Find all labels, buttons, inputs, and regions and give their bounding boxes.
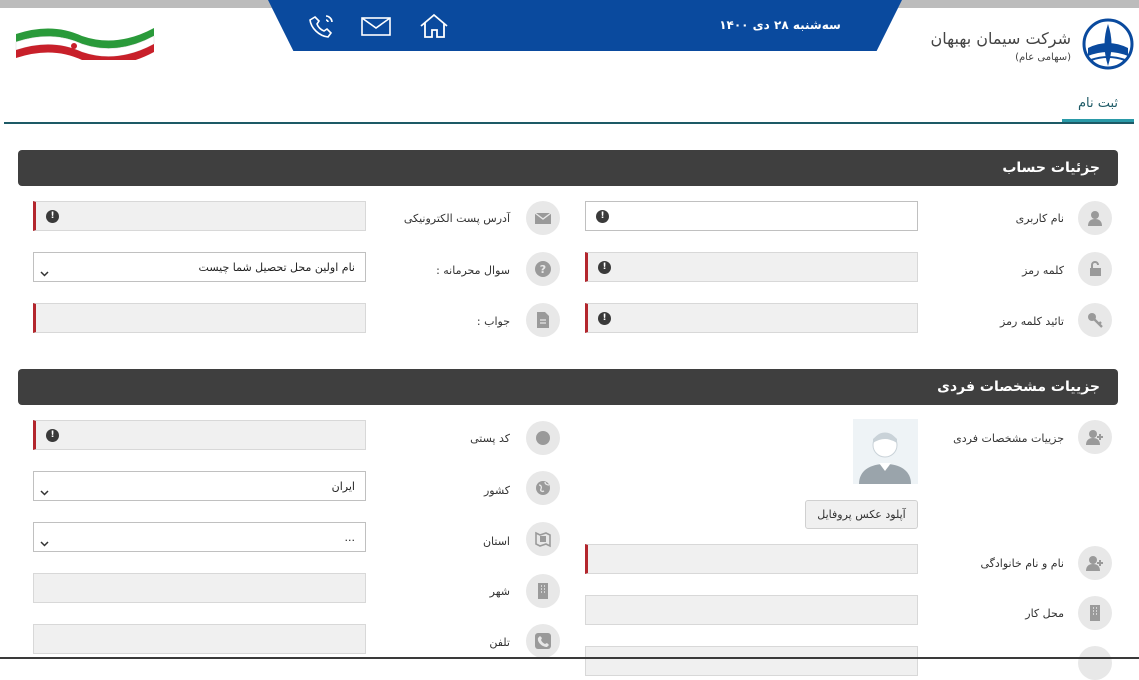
phone-square-icon	[526, 624, 560, 658]
company-logo	[1081, 16, 1135, 72]
envelope-icon	[526, 201, 560, 235]
key-icon	[1078, 303, 1112, 337]
field-icon	[1078, 646, 1112, 680]
city-building-icon	[526, 574, 560, 608]
password-label: کلمه رمز	[1022, 264, 1064, 277]
circle-icon	[526, 421, 560, 455]
alert-icon: !	[46, 429, 59, 442]
tab-register[interactable]: ثبت نام	[1062, 96, 1134, 122]
question-icon: ?	[526, 252, 560, 286]
province-label: استان	[482, 535, 510, 548]
province-value: ...	[344, 531, 356, 544]
username-label: نام کاربری	[1015, 212, 1064, 225]
alert-icon: !	[596, 210, 609, 223]
email-input[interactable]: !	[33, 201, 366, 231]
chevron-down-icon	[40, 533, 49, 547]
phone-input[interactable]	[33, 624, 366, 654]
mail-icon[interactable]	[360, 12, 392, 40]
user-icon	[1078, 201, 1112, 235]
phone-label: تلفن	[489, 636, 510, 649]
map-icon	[526, 522, 560, 556]
confirm-password-label: تائید کلمه رمز	[1000, 315, 1064, 328]
secret-question-label: سوال محرمانه :	[436, 264, 510, 277]
city-input[interactable]	[33, 573, 366, 603]
postal-code-label: کد پستی	[470, 432, 510, 445]
city-label: شهر	[489, 585, 510, 598]
svg-text:?: ?	[540, 263, 546, 276]
chevron-down-icon	[40, 263, 49, 277]
phone-icon[interactable]	[306, 12, 338, 40]
country-select[interactable]: ایران	[33, 471, 366, 501]
home-icon[interactable]	[418, 12, 450, 40]
company-name: شرکت سیمان بهبهان	[930, 29, 1072, 48]
country-label: کشور	[483, 484, 510, 497]
company-type: (سهامی عام)	[1015, 52, 1071, 63]
fullname-label: نام و نام خانوادگی	[980, 557, 1064, 570]
secret-question-select[interactable]: نام اولین محل تحصیل شما چیست	[33, 252, 366, 282]
lock-icon	[1078, 252, 1112, 286]
add-user-icon	[1078, 546, 1112, 580]
personal-details-label: جزییات مشخصات فردی	[953, 432, 1064, 445]
tab-underline	[4, 122, 1134, 124]
globe-icon	[526, 471, 560, 505]
current-date: سه‌شنبه ۲۸ دی ۱۴۰۰	[719, 18, 841, 32]
upload-profile-photo-button[interactable]: آپلود عکس پروفایل	[805, 500, 918, 529]
workplace-label: محل کار	[1025, 607, 1064, 620]
country-value: ایران	[331, 480, 355, 493]
alert-icon: !	[46, 210, 59, 223]
secret-question-value: نام اولین محل تحصیل شما چیست	[198, 261, 355, 274]
answer-label: جواب :	[476, 315, 510, 328]
company-block: شرکت سیمان بهبهان (سهامی عام)	[931, 29, 1072, 63]
confirm-password-input[interactable]: !	[585, 303, 918, 333]
document-icon	[526, 303, 560, 337]
email-label: آدرس پست الکترونیکی	[403, 212, 510, 225]
alert-icon: !	[598, 261, 611, 274]
add-user-icon	[1078, 420, 1112, 454]
fullname-input[interactable]	[585, 544, 918, 574]
next-field-input[interactable]	[585, 646, 918, 676]
building-icon	[1078, 596, 1112, 630]
personal-section-header: جزییات مشخصات فردی	[18, 369, 1118, 405]
province-select[interactable]: ...	[33, 522, 366, 552]
answer-input[interactable]	[33, 303, 366, 333]
profile-avatar	[853, 419, 918, 484]
alert-icon: !	[598, 312, 611, 325]
account-section-header: جزئیات حساب	[18, 150, 1118, 186]
username-input[interactable]: !	[585, 201, 918, 231]
password-input[interactable]: !	[585, 252, 918, 282]
iran-flag-image	[12, 14, 157, 65]
postal-code-input[interactable]: !	[33, 420, 366, 450]
chevron-down-icon	[40, 482, 49, 496]
workplace-input[interactable]	[585, 595, 918, 625]
